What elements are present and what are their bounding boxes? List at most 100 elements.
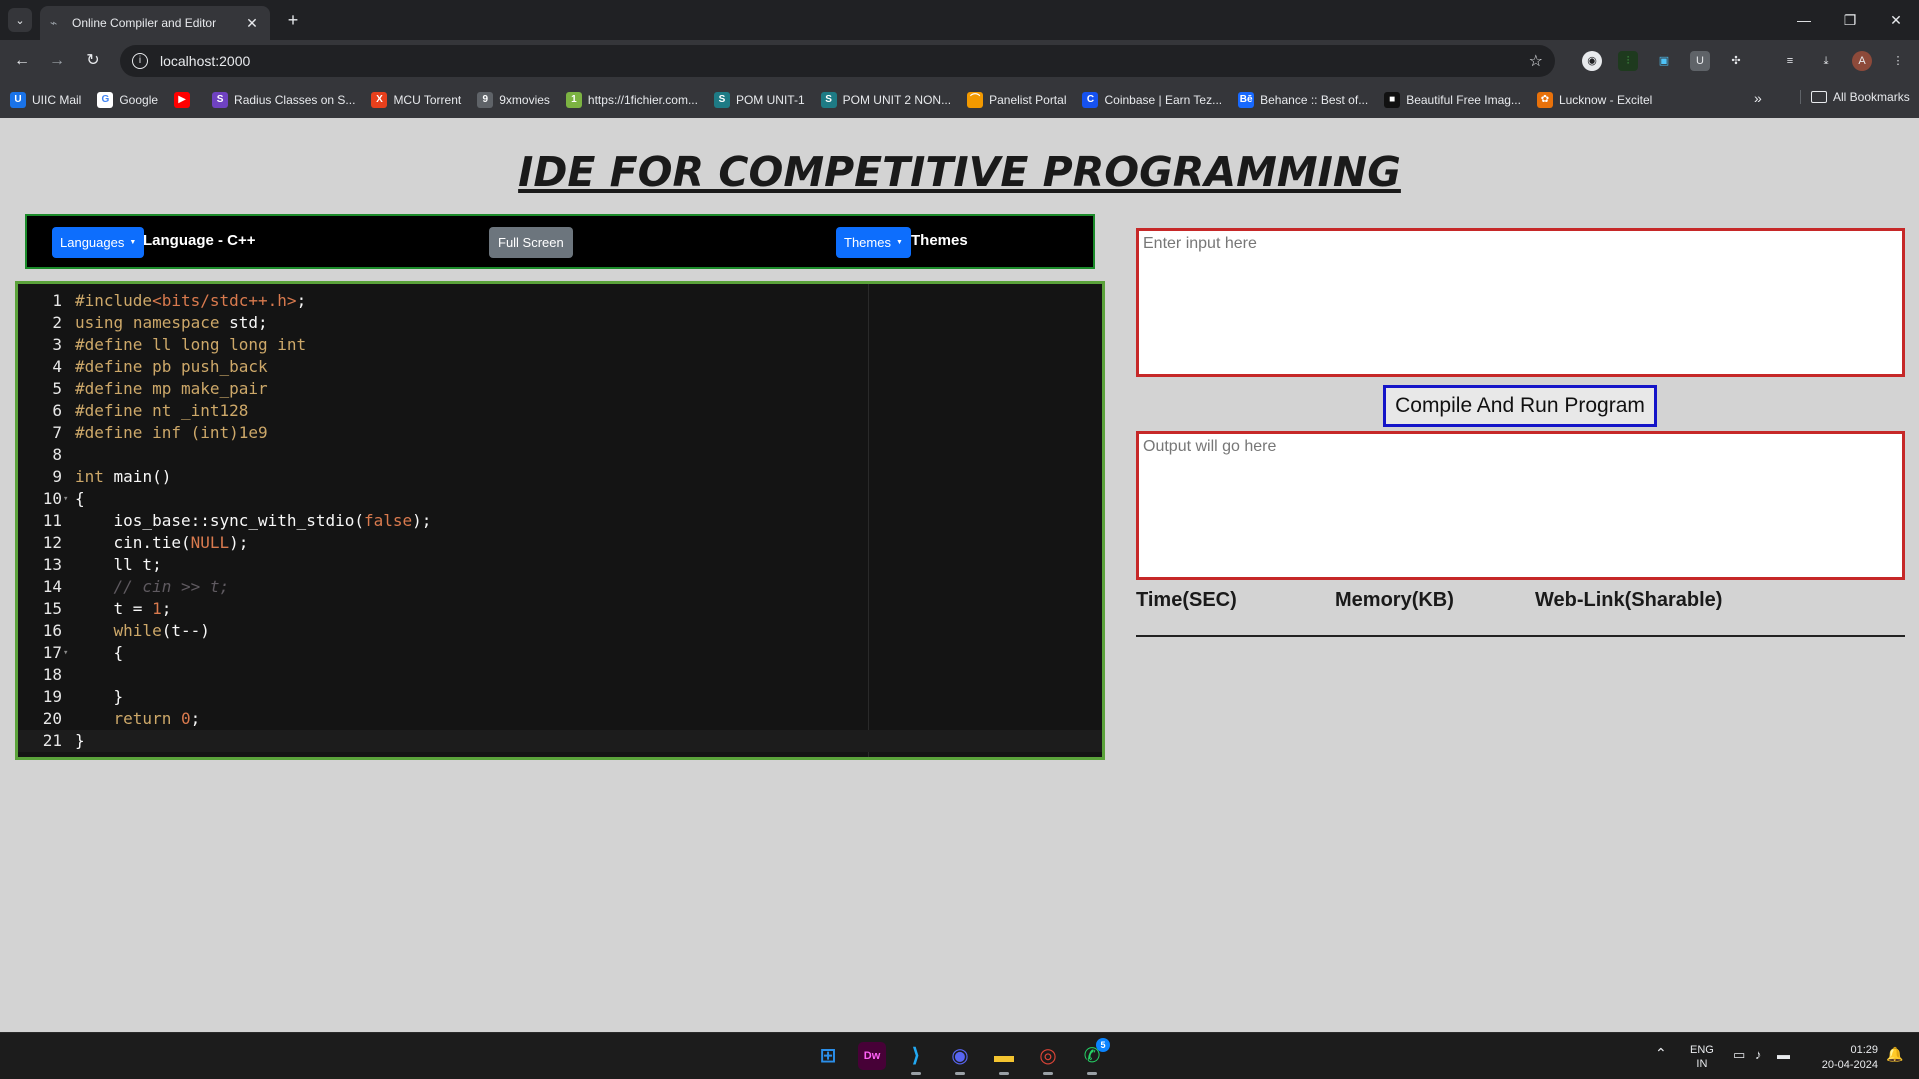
output-textarea[interactable]: Output will go here <box>1136 431 1905 580</box>
code-line[interactable]: 17 ▾ { <box>18 642 1102 664</box>
bookmark-item[interactable]: C Coinbase | Earn Tez... <box>1082 92 1222 108</box>
volume-icon[interactable]: ♪ <box>1755 1047 1762 1062</box>
show-hidden-icons-chevron-icon[interactable]: ⌃ <box>1655 1045 1667 1062</box>
code-line[interactable]: 18 <box>18 664 1102 686</box>
compile-and-run-button[interactable]: Compile And Run Program <box>1383 385 1657 427</box>
back-arrow-icon[interactable]: ← <box>10 49 34 73</box>
media-controls-icon[interactable]: ≡ <box>1780 51 1800 71</box>
code-line[interactable]: 6 #define nt _int128 <box>18 400 1102 422</box>
language-indicator[interactable]: ENG IN <box>1690 1043 1714 1071</box>
network-icon[interactable]: ▭ <box>1733 1047 1745 1063</box>
vscode-icon[interactable]: ⟩ <box>902 1042 930 1075</box>
profile-avatar[interactable]: A <box>1852 51 1872 71</box>
notification-bell-icon[interactable]: 🔔 <box>1886 1046 1903 1063</box>
line-number: 8 <box>52 445 62 464</box>
fold-toggle-icon[interactable]: ▾ <box>63 488 68 510</box>
code-text: return 0; <box>113 709 201 728</box>
code-text: ll t; <box>75 555 162 574</box>
tab-search-chevron-icon[interactable]: ⌄ <box>8 8 32 32</box>
extension-icon[interactable]: ◉ <box>1582 51 1602 71</box>
code-line[interactable]: 14 // cin >> t; <box>18 576 1102 598</box>
bookmark-item[interactable]: X MCU Torrent <box>371 92 461 108</box>
file-explorer-icon[interactable]: ▬ <box>990 1042 1018 1075</box>
code-line[interactable]: 13 ll t; <box>18 554 1102 576</box>
line-number: 14 <box>42 577 62 596</box>
bookmark-star-icon[interactable]: ☆ <box>1529 51 1543 71</box>
whatsapp-icon[interactable]: ✆ 5 <box>1078 1038 1110 1075</box>
bookmark-item[interactable]: G Google <box>97 92 158 108</box>
code-line[interactable]: 19 } <box>18 686 1102 708</box>
input-textarea[interactable]: Enter input here <box>1136 228 1905 377</box>
code-line[interactable]: 10 ▾ { <box>18 488 1102 510</box>
code-line[interactable]: 5 #define mp make_pair <box>18 378 1102 400</box>
browser-menu-icon[interactable]: ⋮ <box>1888 51 1908 71</box>
bookmark-item[interactable]: S POM UNIT-1 <box>713 92 805 108</box>
line-number: 20 <box>42 709 62 728</box>
chrome-icon[interactable]: ◎ <box>1034 1042 1062 1075</box>
code-line[interactable]: 11 ios_base::sync_with_stdio(false); <box>18 510 1102 532</box>
new-tab-button[interactable]: + <box>282 9 304 31</box>
bookmark-label: Coinbase | Earn Tez... <box>1104 93 1223 107</box>
languages-dropdown-button[interactable]: Languages ▼ <box>52 227 145 258</box>
full-screen-button[interactable]: Full Screen <box>489 227 573 258</box>
address-bar[interactable]: i localhost:2000 ☆ <box>120 45 1555 77</box>
line-number: 4 <box>52 357 62 376</box>
ublock-extension-icon[interactable]: U <box>1690 51 1710 71</box>
code-line[interactable]: 20 return 0; <box>18 708 1102 730</box>
windows-start-icon[interactable]: ⊞ <box>814 1042 842 1070</box>
address-url[interactable]: localhost:2000 <box>160 53 1529 69</box>
themes-dropdown-button[interactable]: Themes ▼ <box>836 227 911 258</box>
code-line[interactable]: 8 <box>18 444 1102 466</box>
downloads-icon[interactable]: ⤓ <box>1816 51 1836 71</box>
discord-icon[interactable]: ◉ <box>946 1042 974 1075</box>
code-line[interactable]: 15 t = 1; <box>18 598 1102 620</box>
bookmark-item[interactable]: ⌒ Panelist Portal <box>967 92 1066 108</box>
line-number: 2 <box>52 313 62 332</box>
code-line[interactable]: 21} <box>18 730 1102 752</box>
youtube-icon: ▶ <box>174 92 191 108</box>
code-line[interactable]: 9 int main() <box>18 466 1102 488</box>
code-line[interactable]: 2 using namespace std; <box>18 312 1102 334</box>
reload-icon[interactable]: ↻ <box>81 49 105 73</box>
caret-down-icon: ▼ <box>895 239 903 246</box>
battery-icon[interactable]: ▬ <box>1777 1047 1790 1062</box>
site-info-icon[interactable]: i <box>132 53 148 69</box>
bookmark-label: POM UNIT 2 NON... <box>842 93 952 107</box>
close-window-button[interactable]: ✕ <box>1876 8 1916 32</box>
bookmark-item[interactable]: ✿ Lucknow - Excitel <box>1536 92 1652 108</box>
forward-arrow-icon[interactable]: → <box>45 49 69 73</box>
browser-tab[interactable]: ⌁ Online Compiler and Editor ✕ <box>40 6 270 40</box>
clock[interactable]: 01:29 20-04-2024 <box>1806 1043 1878 1073</box>
screenshot-extension-icon[interactable]: ▣ <box>1654 51 1674 71</box>
bookmark-item[interactable]: 1 https://1fichier.com... <box>565 92 698 108</box>
code-line[interactable]: 7 #define inf (int)1e9 <box>18 422 1102 444</box>
bookmark-item[interactable]: S POM UNIT 2 NON... <box>820 92 952 108</box>
line-number: 3 <box>52 335 62 354</box>
fold-toggle-icon[interactable]: ▾ <box>63 642 68 664</box>
restore-window-button[interactable]: ❐ <box>1830 8 1870 32</box>
bookmark-item[interactable]: ▶ <box>174 92 196 108</box>
code-line[interactable]: 12 cin.tie(NULL); <box>18 532 1102 554</box>
dreamweaver-icon[interactable]: Dw <box>858 1042 886 1070</box>
all-bookmarks-button[interactable]: All Bookmarks <box>1800 90 1910 104</box>
code-line[interactable]: 4 #define pb push_back <box>18 356 1102 378</box>
code-line[interactable]: 16 while(t--) <box>18 620 1102 642</box>
code-text: #define ll long long int <box>75 335 307 354</box>
code-editor[interactable]: 1 #include<bits/stdc++.h>; 2 using namespac… <box>15 281 1105 760</box>
code-line[interactable]: 1 #include<bits/stdc++.h>; <box>18 290 1102 312</box>
bookmark-item[interactable]: 9 9xmovies <box>477 92 550 108</box>
bookmark-item[interactable]: S Radius Classes on S... <box>212 92 355 108</box>
bookmark-item[interactable]: Bē Behance :: Best of... <box>1238 92 1368 108</box>
code-line[interactable]: 3 #define ll long long int <box>18 334 1102 356</box>
extensions-puzzle-icon[interactable]: ✣ <box>1726 51 1746 71</box>
tab-close-icon[interactable]: ✕ <box>244 15 260 32</box>
bookmark-label: Google <box>119 93 159 107</box>
bookmarks-overflow-icon[interactable]: » <box>1754 90 1762 106</box>
output-placeholder: Output will go here <box>1143 438 1277 455</box>
bookmark-item[interactable]: ■ Beautiful Free Imag... <box>1384 92 1521 108</box>
eq-extension-icon[interactable]: ⫶ <box>1618 51 1638 71</box>
clock-time: 01:29 <box>1850 1044 1878 1056</box>
code-text: #define mp make_pair <box>75 379 268 398</box>
bookmark-item[interactable]: U UIIC Mail <box>10 92 81 108</box>
minimize-window-button[interactable]: — <box>1784 8 1824 32</box>
